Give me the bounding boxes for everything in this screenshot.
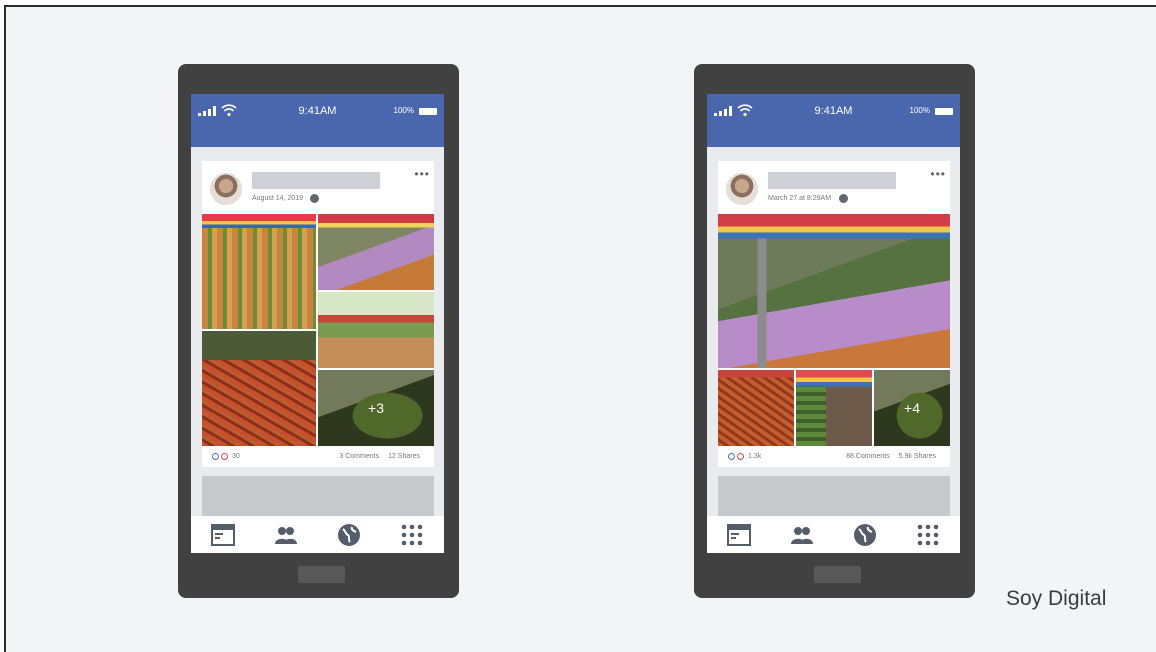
status-bar: 9:41AM 100% <box>707 94 960 147</box>
post-date[interactable]: August 14, 2019 <box>252 195 303 202</box>
comments-count[interactable]: 88 Comments <box>846 453 890 460</box>
photo-item-more[interactable]: +3 <box>318 370 434 446</box>
globe-icon[interactable] <box>853 523 877 547</box>
like-reaction-icon <box>728 453 735 460</box>
post-stats: 3 Comments 12 Shares <box>339 453 420 460</box>
love-reaction-icon <box>737 453 744 460</box>
slide-background <box>4 5 1156 652</box>
shares-count[interactable]: 5.9k Shares <box>899 453 936 460</box>
author-name-placeholder[interactable] <box>768 172 896 189</box>
more-photos-count: +4 <box>874 370 950 446</box>
home-button[interactable] <box>814 566 861 583</box>
friends-icon[interactable] <box>790 523 814 547</box>
battery-percentage: 100% <box>909 106 930 115</box>
post-date[interactable]: March 27 at 8:29AM <box>768 195 831 202</box>
reaction-count: 1.3k <box>748 453 762 460</box>
photo-item[interactable] <box>718 370 794 446</box>
photo-item[interactable] <box>202 214 316 329</box>
reaction-summary[interactable]: 1.3k <box>728 453 761 460</box>
status-bar: 9:41AM 100% <box>191 94 444 147</box>
photo-item[interactable] <box>318 292 434 368</box>
reaction-summary[interactable]: 30 <box>212 453 240 460</box>
menu-grid-icon[interactable] <box>400 523 424 547</box>
news-feed-icon[interactable] <box>726 523 751 547</box>
feed-post[interactable]: August 14, 2019 ••• +3 30 3 Comments 12 S… <box>202 161 434 467</box>
feed-post[interactable]: March 27 at 8:29AM ••• +4 1.3k 88 Commen… <box>718 161 950 467</box>
photo-item[interactable] <box>318 214 434 290</box>
phone-mockup-right: 9:41AM 100% March 27 at 8:29AM ••• +4 1.… <box>694 64 975 598</box>
bottom-tab-bar <box>191 516 444 553</box>
phone-mockup-left: 9:41AM 100% August 14, 2019 ••• +3 30 3 … <box>178 64 459 598</box>
post-stats: 88 Comments 5.9k Shares <box>846 453 936 460</box>
home-button[interactable] <box>298 566 345 583</box>
photo-item[interactable] <box>202 331 316 446</box>
photo-item[interactable] <box>718 214 950 368</box>
comments-count[interactable]: 3 Comments <box>339 453 379 460</box>
more-options-icon[interactable]: ••• <box>414 167 430 181</box>
phone-screen: 9:41AM 100% March 27 at 8:29AM ••• +4 1.… <box>707 94 960 553</box>
next-post-placeholder <box>202 476 434 516</box>
battery-icon <box>419 108 437 115</box>
photo-grid: +4 <box>718 214 950 446</box>
more-photos-count: +3 <box>318 370 434 446</box>
reaction-count: 30 <box>232 453 240 460</box>
news-feed-icon[interactable] <box>210 523 235 547</box>
phone-screen: 9:41AM 100% August 14, 2019 ••• +3 30 3 … <box>191 94 444 553</box>
photo-item-more[interactable]: +4 <box>874 370 950 446</box>
shares-count[interactable]: 12 Shares <box>388 453 420 460</box>
love-reaction-icon <box>221 453 228 460</box>
more-options-icon[interactable]: ••• <box>930 167 946 181</box>
menu-grid-icon[interactable] <box>916 523 940 547</box>
like-reaction-icon <box>212 453 219 460</box>
public-globe-icon <box>839 194 848 203</box>
brand-label: Soy Digital <box>1006 587 1107 610</box>
globe-icon[interactable] <box>337 523 361 547</box>
next-post-placeholder <box>718 476 950 516</box>
friends-icon[interactable] <box>274 523 298 547</box>
author-name-placeholder[interactable] <box>252 172 380 189</box>
avatar[interactable] <box>726 173 758 205</box>
photo-grid: +3 <box>202 214 434 446</box>
public-globe-icon <box>310 194 319 203</box>
battery-percentage: 100% <box>393 106 414 115</box>
photo-item[interactable] <box>796 370 872 446</box>
bottom-tab-bar <box>707 516 960 553</box>
battery-icon <box>935 108 953 115</box>
avatar[interactable] <box>210 173 242 205</box>
